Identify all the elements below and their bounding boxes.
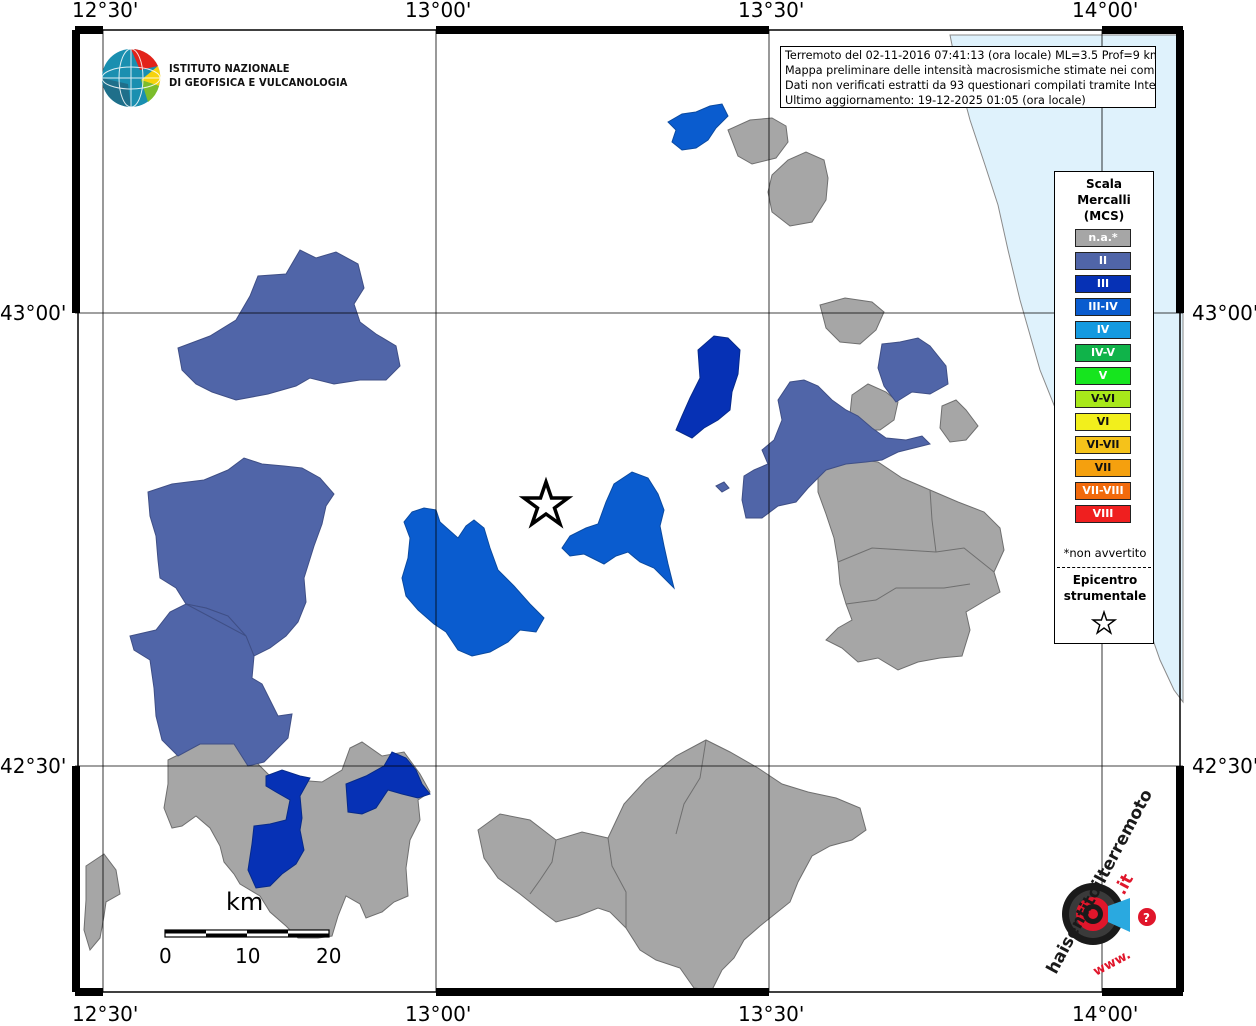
legend-title-line2: Mercalli	[1077, 193, 1131, 207]
legend-star-icon	[1091, 610, 1117, 635]
scale-label-0: 0	[159, 944, 172, 968]
intensity-III-east	[675, 335, 741, 439]
ingv-logo-line2: DI GEOFISICA E VULCANOLOGIA	[169, 76, 348, 89]
legend-title: Scala Mercalli (MCS)	[1055, 176, 1153, 224]
legend-item-0: n.a.*	[1075, 229, 1131, 247]
ingv-logo-text: ISTITUTO NAZIONALE DI GEOFISICA E VULCAN…	[169, 62, 348, 90]
legend-epicenter-line1: Epicentro	[1072, 573, 1138, 587]
info-line-description: Mappa preliminare delle intensità macros…	[785, 64, 1156, 77]
info-line-event: Terremoto del 02-11-2016 07:41:13 (ora l…	[785, 49, 1156, 62]
legend-item-12: VIII	[1075, 505, 1131, 523]
legend-item-2: III	[1075, 275, 1131, 293]
grey-area-se	[817, 457, 1005, 671]
legend-epicenter-line2: strumentale	[1063, 589, 1147, 603]
intensity-III-IV-north	[667, 103, 729, 151]
intensity-legend: Scala Mercalli (MCS) n.a.* II III III-IV IV I…	[1054, 171, 1154, 644]
svg-text:?: ?	[1143, 911, 1150, 925]
legend-item-10: VII	[1075, 459, 1131, 477]
ingv-logo-icon	[101, 48, 161, 108]
scale-label-10: 10	[235, 944, 261, 968]
legend-item-3: III-IV	[1075, 298, 1131, 316]
legend-title-line1: Scala	[1085, 177, 1123, 191]
scale-unit-label: km	[226, 888, 264, 916]
grey-area-s-large	[477, 739, 867, 991]
legend-item-5: IV-V	[1075, 344, 1131, 362]
intensity-II-north	[177, 249, 401, 401]
intensity-III-IV-areas	[401, 103, 729, 657]
legend-item-8: VI	[1075, 413, 1131, 431]
earthquake-info-box: Terremoto del 02-11-2016 07:41:13 (ora l…	[780, 46, 1156, 108]
legend-item-7: V-VI	[1075, 390, 1131, 408]
legend-epicenter-label: Epicentro strumentale	[1055, 572, 1155, 604]
epicenter-star	[518, 476, 574, 529]
grey-area-ne2	[767, 151, 829, 227]
intensity-II-northeast	[877, 337, 949, 403]
info-line-updated: Ultimo aggiornamento: 19-12-2025 01:05 (…	[785, 94, 1086, 107]
ingv-logo-line1: ISTITUTO NAZIONALE	[169, 62, 290, 75]
hst-logo-www-text: www.	[1091, 947, 1133, 979]
intensity-II-dot	[715, 481, 730, 493]
scale-label-20: 20	[316, 944, 342, 968]
grey-area-e3	[939, 399, 979, 443]
legend-title-line3: (MCS)	[1083, 209, 1125, 223]
hst-logo-main-text: haisentitoilterremoto	[1043, 786, 1157, 977]
legend-item-11: VII-VIII	[1075, 482, 1131, 500]
legend-note: *non avvertito	[1063, 546, 1147, 560]
legend-swatches: n.a.* II III III-IV IV IV-V V V-VI VI VI-VII VII VI…	[1075, 229, 1131, 528]
legend-separator	[1057, 567, 1151, 568]
grey-area-e1	[819, 297, 885, 345]
grey-area-ne1	[727, 117, 789, 165]
intensity-III-IV-center	[401, 507, 545, 657]
info-line-data-source: Dati non verificati estratti da 93 quest…	[785, 79, 1156, 92]
legend-item-4: IV	[1075, 321, 1131, 339]
intensity-III-IV-east	[561, 471, 675, 590]
grey-area-w	[83, 853, 121, 952]
legend-item-6: V	[1075, 367, 1131, 385]
legend-item-9: VI-VII	[1075, 436, 1131, 454]
scale-bar	[164, 929, 330, 938]
legend-item-1: II	[1075, 252, 1131, 270]
